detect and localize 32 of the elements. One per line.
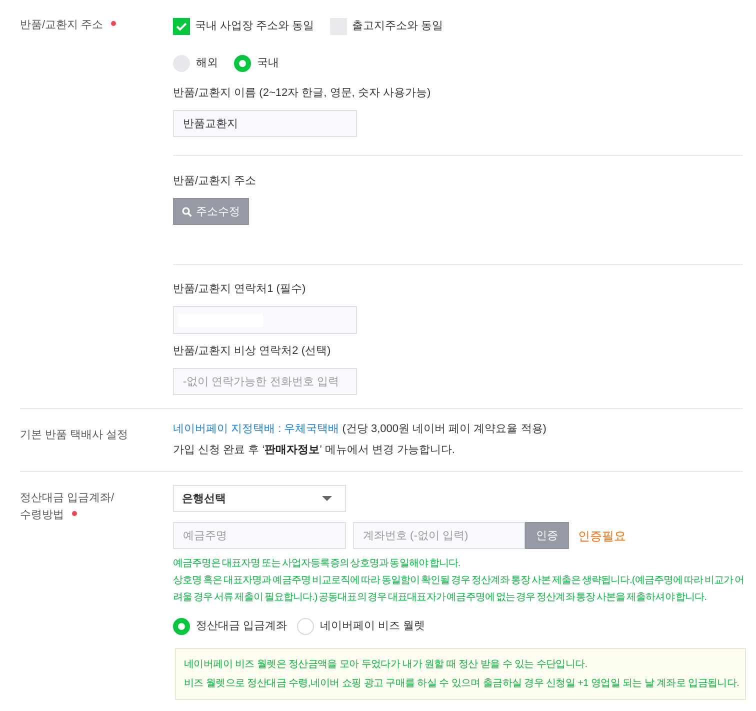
carrier-link[interactable]: 네이버페이 지정택배 : 우체국택배 bbox=[173, 423, 340, 435]
info-text: 네이버페이 비즈 월렛은 정산금액을 모아 두었다가 내가 원할 때 정산 받을 수 있는 수단입니다. bbox=[184, 658, 588, 672]
checkbox-label[interactable]: 국내 사업장 주소와 동일 bbox=[195, 17, 314, 35]
notice-text: 예금주명은 대표자명 또는 사업자등록증의 상호명과 동일해야 합니다. bbox=[173, 557, 462, 571]
field-label: 기본 반품 택배사 설정 bbox=[20, 429, 128, 441]
radio-button[interactable] bbox=[297, 618, 314, 634]
radio-button[interactable] bbox=[234, 54, 251, 72]
checkmark-icon bbox=[176, 22, 187, 30]
account-holder-input[interactable]: 예금주명 bbox=[173, 522, 346, 549]
search-icon bbox=[182, 206, 192, 216]
radio-label[interactable]: 국내 bbox=[257, 54, 279, 72]
info-text: 비즈 월렛으로 정산대금 수령,네이버 쇼핑 광고 구매를 하실 수 있으며 출금하실 경우 신청일 +1 영업일 되는 날 계좌로 입금됩니다. bbox=[184, 677, 740, 691]
radio-label[interactable]: 정산대금 입금계좌 bbox=[196, 617, 288, 635]
verification-status: 인증필요 bbox=[578, 528, 626, 544]
phone-input[interactable]: -없이 연락가능한 전화번호 입력 bbox=[173, 368, 357, 395]
field-label: 반품/교환지 연락처1 (필수) bbox=[173, 282, 307, 297]
change-note-text: 가입 신청 완료 후 ‘판매자정보’ 메뉴에서 변경 가능합니다. bbox=[173, 443, 456, 458]
courier-text: 네이버페이 지정택배 : 우체국택배 (건당 3,000원 네이버 페이 계약요율 적용) bbox=[173, 422, 548, 437]
notice-text: 상호명 혹은 대표자명과 예금주명 비교로직에 따라 동일함이 확인될 경우 정산계좌 통장 사본 제출은 생략됩니다.(예금주명에 따라 비교가 어려울 경우 서류 제출이 필요합니다.) 공동대표의 경우 대표대표자가 예금주명에 없는 경우 정산계좌 통장 사본을 제출하셔야 합니다. bbox=[173, 574, 745, 605]
field-label: 반품/교환지 주소 bbox=[20, 19, 104, 31]
radio-label[interactable]: 네이버페이 비즈 월렛 bbox=[320, 617, 426, 635]
field-label: 반품/교환지 이름 (2~12자 한글, 영문, 숫자 사용가능) bbox=[173, 86, 432, 101]
field-label: 정산대금 입금계좌/ 수령방법 bbox=[20, 492, 114, 521]
field-label: 반품/교환지 주소 bbox=[173, 174, 258, 189]
bank-select[interactable]: 은행선택 bbox=[173, 485, 346, 512]
account-number-input[interactable]: 계좌번호 (-없이 입력) bbox=[353, 522, 525, 549]
name-input[interactable]: 반품교환지 bbox=[173, 110, 357, 137]
caret-icon bbox=[322, 496, 332, 501]
phone-input[interactable] bbox=[173, 306, 357, 334]
checkbox[interactable] bbox=[173, 18, 190, 34]
radio-button[interactable] bbox=[173, 618, 190, 634]
field-label: 반품/교환지 비상 연락처2 (선택) bbox=[173, 344, 332, 359]
